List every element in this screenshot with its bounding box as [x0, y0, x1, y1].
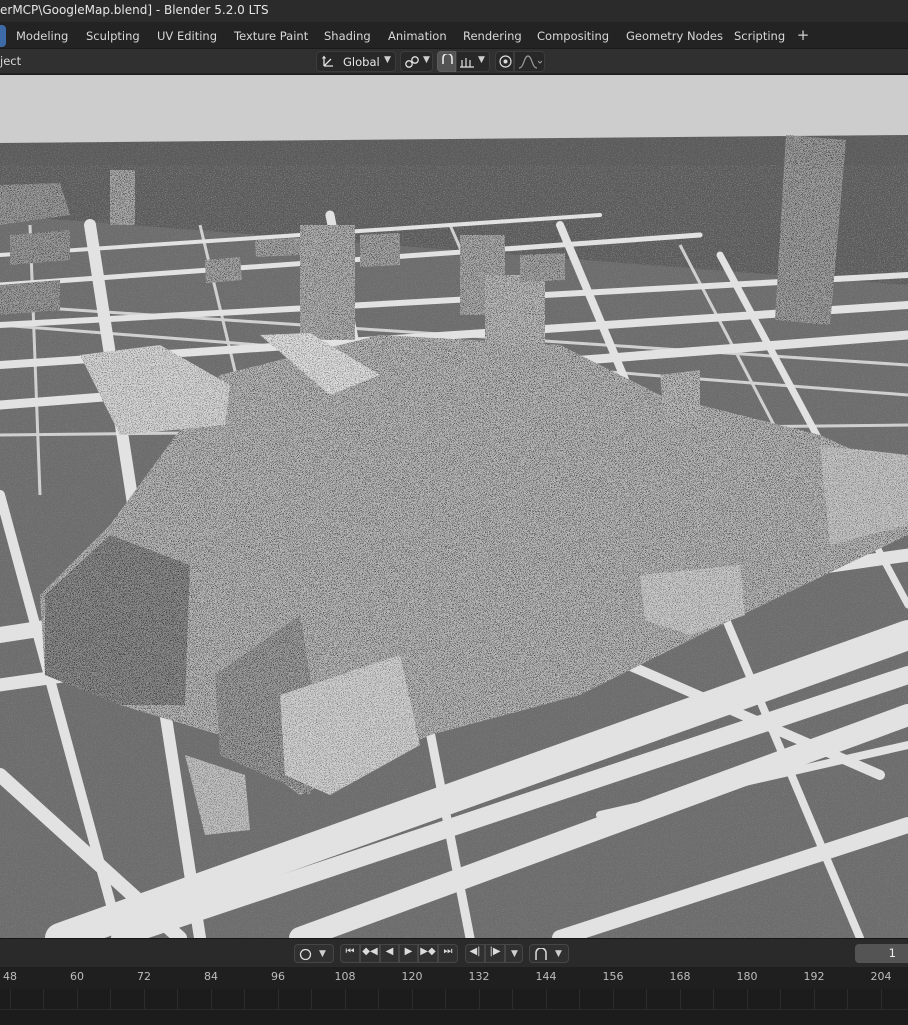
track-gridline — [177, 989, 178, 1009]
active-workspace-tab-edge[interactable] — [0, 25, 6, 47]
ruler-tick: 84 — [204, 970, 218, 983]
orientation-value: Global — [343, 55, 380, 69]
chevron-down-icon: ▼ — [423, 55, 430, 65]
chevron-down-icon: ▼ — [384, 55, 391, 65]
record-circle-icon — [299, 948, 312, 961]
title-bar: erMCP\GoogleMap.blend] - Blender 5.2.0 L… — [0, 0, 908, 22]
snap-increment-icon — [460, 58, 474, 68]
falloff-curve-icon — [518, 55, 542, 69]
noise-overlay — [0, 165, 908, 938]
ruler-tick: 72 — [137, 970, 151, 983]
track-gridline — [646, 989, 647, 1009]
chevron-down-icon: ▼ — [511, 949, 518, 959]
track-row-divider — [0, 1009, 908, 1010]
track-gridline — [311, 989, 312, 1009]
track-gridline — [780, 989, 781, 1009]
jump-end-icon[interactable]: ⏭ — [438, 944, 458, 963]
chevron-down-icon: ▼ — [555, 949, 562, 959]
ruler-tick: 120 — [401, 970, 423, 983]
ruler-tick: 132 — [468, 970, 490, 983]
track-gridline — [512, 989, 513, 1009]
tab-scripting[interactable]: Scripting — [734, 27, 785, 46]
tab-compositing[interactable]: Compositing — [537, 27, 609, 46]
ruler-tick: 156 — [602, 970, 624, 983]
play-icon[interactable]: ▶ — [399, 944, 418, 963]
chevron-down-icon: ▼ — [319, 949, 326, 959]
window-title: erMCP\GoogleMap.blend] - Blender 5.2.0 L… — [0, 3, 269, 17]
track-gridline — [881, 989, 882, 1009]
track-gridline — [43, 989, 44, 1009]
jump-start-icon[interactable]: ⏮ — [340, 944, 360, 963]
ruler-tick: 48 — [3, 970, 17, 983]
proportional-editing-icon — [499, 55, 512, 68]
track-gridline — [211, 989, 212, 1009]
prev-key-icon[interactable]: ◀| — [465, 944, 485, 963]
tab-sculpting[interactable]: Sculpting — [86, 27, 140, 46]
track-gridline — [747, 989, 748, 1009]
tab-shading[interactable]: Shading — [324, 27, 371, 46]
track-gridline — [680, 989, 681, 1009]
tab-geometry-nodes[interactable]: Geometry Nodes — [626, 27, 723, 46]
keying-set-dropdown[interactable]: ▼ — [505, 944, 523, 963]
ruler-tick: 204 — [870, 970, 892, 983]
track-gridline — [814, 989, 815, 1009]
workspace-tab-bar: Modeling Sculpting UV Editing Texture Pa… — [0, 22, 908, 49]
track-gridline — [579, 989, 580, 1009]
ruler-tick: 180 — [736, 970, 758, 983]
track-gridline — [847, 989, 848, 1009]
tab-animation[interactable]: Animation — [388, 27, 447, 46]
pivot-point-dropdown[interactable]: ▼ — [400, 51, 433, 72]
track-gridline — [546, 989, 547, 1009]
timeline-ruler[interactable]: 48 60 72 84 96 108 120 132 144 156 168 1… — [0, 967, 908, 989]
timeline-header: ▼ ⏮ ◆◀ ◀ ▶ ▶◆ ⏭ ◀| |▶ ▼ ▼ 1 — [0, 938, 908, 967]
viewport-header: ject Global ▼ ▼ ▼ — [0, 49, 908, 74]
tab-rendering[interactable]: Rendering — [463, 27, 522, 46]
play-reverse-icon[interactable]: ◀ — [380, 944, 399, 963]
3d-viewport[interactable] — [0, 75, 908, 938]
playback-options-dropdown[interactable]: ▼ — [529, 944, 569, 963]
timeline-track-area[interactable] — [0, 989, 908, 1025]
ruler-tick: 168 — [669, 970, 691, 983]
snap-magnet-icon — [535, 948, 547, 960]
track-gridline — [479, 989, 480, 1009]
ruler-tick: 144 — [535, 970, 557, 983]
prev-keyframe-icon[interactable]: ◆◀ — [360, 944, 380, 963]
object-menu[interactable]: ject — [0, 54, 21, 68]
city-scene — [0, 75, 908, 938]
track-gridline — [613, 989, 614, 1009]
transform-orientation-dropdown[interactable]: Global ▼ — [316, 51, 396, 72]
track-gridline — [713, 989, 714, 1009]
current-frame-field[interactable]: 1 — [855, 944, 908, 963]
transform-orientation-icon — [322, 55, 333, 67]
pivot-point-icon — [405, 56, 419, 68]
snap-magnet-icon — [442, 54, 453, 64]
track-gridline — [110, 989, 111, 1009]
tab-uv-editing[interactable]: UV Editing — [157, 27, 217, 46]
track-gridline — [445, 989, 446, 1009]
track-gridline — [412, 989, 413, 1009]
track-gridline — [378, 989, 379, 1009]
auto-keying-dropdown[interactable]: ▼ — [294, 944, 334, 963]
snap-toggle[interactable] — [437, 51, 456, 72]
track-gridline — [278, 989, 279, 1009]
track-gridline — [77, 989, 78, 1009]
proportional-editing-toggle[interactable] — [495, 51, 514, 72]
track-gridline — [244, 989, 245, 1009]
plus-icon[interactable]: + — [795, 26, 811, 46]
ruler-tick: 60 — [70, 970, 84, 983]
chevron-down-icon: ▼ — [478, 55, 485, 65]
ruler-tick: 192 — [803, 970, 825, 983]
proportional-falloff-dropdown[interactable] — [514, 51, 545, 72]
ruler-tick: 108 — [334, 970, 356, 983]
tab-modeling[interactable]: Modeling — [16, 27, 68, 46]
next-key-icon[interactable]: |▶ — [485, 944, 505, 963]
tab-texture-paint[interactable]: Texture Paint — [234, 27, 308, 46]
next-keyframe-icon[interactable]: ▶◆ — [418, 944, 438, 963]
current-frame-value: 1 — [888, 946, 896, 960]
track-gridline — [345, 989, 346, 1009]
ruler-tick: 96 — [271, 970, 285, 983]
snap-target-dropdown[interactable]: ▼ — [456, 51, 490, 72]
track-gridline — [10, 989, 11, 1009]
track-gridline — [144, 989, 145, 1009]
